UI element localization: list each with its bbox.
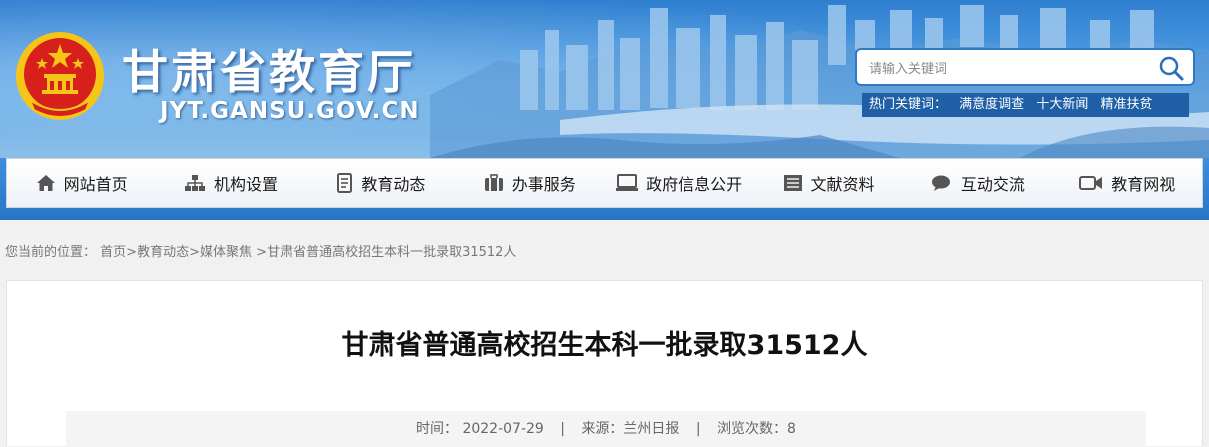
site-domain: JYT.GANSU.GOV.CN — [160, 98, 420, 124]
article-views: 浏览次数：8 — [717, 421, 796, 437]
breadcrumb-news-link[interactable]: 教育动态 — [137, 245, 189, 260]
briefcase-icon — [484, 174, 503, 191]
nav-item-video[interactable]: 教育网视 — [1053, 159, 1202, 207]
nav-item-interaction[interactable]: 互动交流 — [903, 159, 1052, 207]
search-box — [855, 48, 1195, 86]
nav-item-gov-info[interactable]: 政府信息公开 — [605, 159, 754, 207]
chat-icon — [931, 175, 950, 191]
site-title: 甘肃省教育厅 — [122, 45, 416, 99]
nav-item-label: 教育网视 — [1111, 175, 1176, 194]
nav-item-services[interactable]: 办事服务 — [455, 159, 604, 207]
hot-keyword-link[interactable]: 满意度调查 — [959, 97, 1024, 112]
breadcrumb-separator: > — [126, 245, 138, 260]
breadcrumb-separator: > — [189, 245, 200, 260]
main-nav-bar: 网站首页 机构设置 教育动态 办事服务 政府信息公开 文献资料 互动交流 教育网… — [0, 158, 1209, 220]
nav-item-label: 办事服务 — [511, 175, 576, 194]
main-nav: 网站首页 机构设置 教育动态 办事服务 政府信息公开 文献资料 互动交流 教育网… — [6, 158, 1203, 208]
meta-separator: | — [560, 421, 565, 437]
nav-item-label: 机构设置 — [214, 175, 279, 194]
breadcrumb: 您当前的位置： 首页>教育动态>媒体聚焦 >甘肃省普通高校招生本科一批录取315… — [5, 241, 516, 260]
article-source: 来源：兰州日报 — [581, 421, 680, 437]
search-icon[interactable] — [1157, 54, 1185, 82]
home-icon — [36, 175, 55, 191]
breadcrumb-home-link[interactable]: 首页 — [100, 245, 126, 260]
nav-item-education-news[interactable]: 教育动态 — [306, 159, 455, 207]
monitor-icon — [616, 174, 639, 191]
nav-item-documents[interactable]: 文献资料 — [754, 159, 903, 207]
nav-item-label: 网站首页 — [63, 175, 128, 194]
national-emblem-icon — [16, 32, 104, 120]
article-meta-bar: 时间： 2022-07-29 | 来源：兰州日报 | 浏览次数：8 — [66, 411, 1146, 447]
header-banner: 甘肃省教育厅 JYT.GANSU.GOV.CN 热门关键词： 满意度调查 十大新… — [0, 0, 1209, 158]
breadcrumb-separator: > — [256, 245, 268, 260]
search-input[interactable] — [867, 57, 1151, 81]
article-title: 甘肃省普通高校招生本科一批录取31512人 — [341, 330, 868, 361]
hot-keyword-link[interactable]: 十大新闻 — [1036, 97, 1088, 112]
nav-item-label: 政府信息公开 — [646, 175, 743, 194]
nav-item-home[interactable]: 网站首页 — [7, 159, 156, 207]
nav-item-label: 文献资料 — [810, 175, 875, 194]
nav-item-organization[interactable]: 机构设置 — [156, 159, 305, 207]
video-camera-icon — [1079, 176, 1103, 190]
breadcrumb-current: 甘肃省普通高校招生本科一批录取31512人 — [267, 245, 517, 260]
nav-item-label: 互动交流 — [960, 175, 1025, 194]
article-time: 时间： 2022-07-29 — [416, 421, 544, 437]
breadcrumb-media-link[interactable]: 媒体聚焦 — [200, 245, 252, 260]
meta-separator: | — [695, 421, 701, 437]
org-chart-icon — [185, 175, 206, 191]
hot-keywords-bar: 热门关键词： 满意度调查 十大新闻 精准扶贫 — [862, 93, 1189, 117]
document-icon — [337, 173, 353, 193]
hot-keyword-link[interactable]: 精准扶贫 — [1100, 97, 1152, 112]
nav-item-label: 教育动态 — [361, 175, 426, 194]
article-panel: 甘肃省普通高校招生本科一批录取31512人 时间： 2022-07-29 | 来… — [6, 280, 1203, 447]
breadcrumb-prefix: 您当前的位置： — [5, 245, 97, 260]
archive-icon — [783, 175, 802, 191]
hot-keywords-label: 热门关键词： — [869, 97, 948, 112]
